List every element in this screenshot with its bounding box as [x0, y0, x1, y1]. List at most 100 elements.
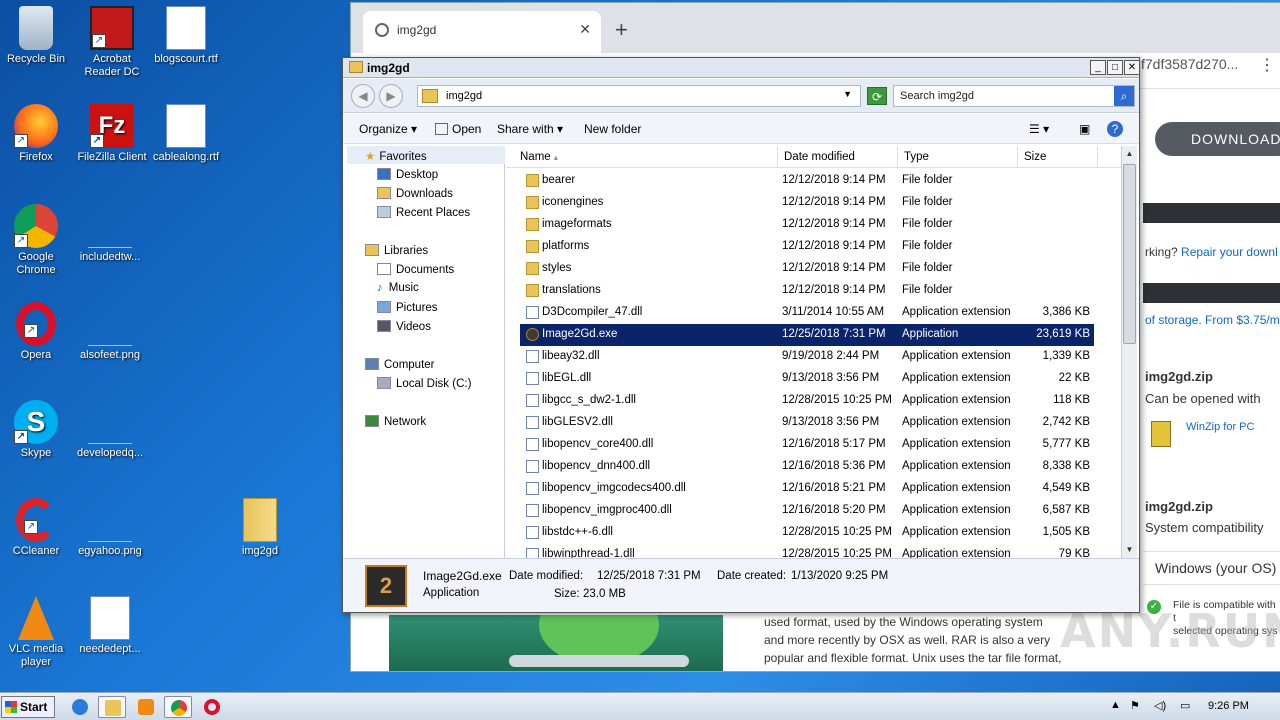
desktop-icon-blogscourt[interactable]: blogscourt.rtf: [148, 6, 224, 66]
file-row[interactable]: libEGL.dll 9/13/2018 3:56 PM Application e…: [520, 368, 1094, 390]
new-folder-button[interactable]: New folder: [584, 122, 641, 136]
show-hidden-icons[interactable]: ▲: [1110, 699, 1121, 711]
file-row[interactable]: D3Dcompiler_47.dll 3/11/2014 10:55 AM Appl…: [520, 302, 1094, 324]
desktop-icon-alsofeet[interactable]: alsofeet.png: [72, 302, 148, 362]
share-with-label: Share with: [497, 122, 554, 136]
search-icon[interactable]: ⌕: [1114, 86, 1134, 106]
address-bar[interactable]: img2gd ▼: [417, 85, 861, 107]
file-row[interactable]: libopencv_core400.dll 12/16/2018 5:17 PM A…: [520, 434, 1094, 456]
desktop-icon-cablealong[interactable]: cablealong.rtf: [148, 104, 224, 164]
chevron-down-icon[interactable]: ▼: [843, 89, 852, 99]
action-center-icon[interactable]: ⚑: [1130, 699, 1140, 712]
file-row[interactable]: libopencv_dnn400.dll 12/16/2018 5:36 PM Ap…: [520, 456, 1094, 478]
views-icon[interactable]: ☰ ▾: [1029, 122, 1049, 136]
file-row[interactable]: iconengines 12/12/2018 9:14 PM File folder: [520, 192, 1094, 214]
desktop-icon-filezilla[interactable]: Fz ↗ FileZilla Client: [74, 104, 150, 164]
desktop-icon-recycle-bin[interactable]: Recycle Bin: [0, 6, 74, 66]
file-row[interactable]: platforms 12/12/2018 9:14 PM File folder: [520, 236, 1094, 258]
nav-documents[interactable]: Documents: [377, 263, 454, 276]
minimize-button[interactable]: _: [1090, 60, 1106, 75]
column-date-modified[interactable]: Date modified: [778, 146, 898, 168]
desktop-icon-chrome[interactable]: ↗ Google Chrome: [0, 204, 74, 277]
desktop-icon-vlc[interactable]: VLC media player: [0, 596, 74, 669]
nav-computer[interactable]: Computer: [365, 358, 435, 371]
nav-pictures[interactable]: Pictures: [377, 301, 438, 314]
scroll-up-icon[interactable]: ▲: [1123, 147, 1136, 161]
organize-button[interactable]: Organize ▾: [359, 122, 417, 136]
preview-pane-icon[interactable]: ▣: [1079, 122, 1090, 136]
nav-favorites[interactable]: ★ Favorites: [365, 149, 427, 163]
scrollbar-thumb[interactable]: [1123, 164, 1136, 344]
start-button[interactable]: Start: [1, 696, 55, 718]
file-row[interactable]: libstdc++-6.dll 12/28/2015 10:25 PM Applic…: [520, 522, 1094, 544]
browser-tabstrip: img2gd ✕ +: [351, 3, 1280, 53]
navigation-bar: ◀ ▶ img2gd ▼ ⟳ Search img2gd ⌕: [343, 79, 1139, 113]
column-size[interactable]: Size: [1018, 146, 1098, 168]
nav-downloads[interactable]: Downloads: [377, 187, 453, 200]
desktop-icon-firefox[interactable]: ↗ Firefox: [0, 104, 74, 164]
download-button[interactable]: DOWNLOAD: [1155, 122, 1280, 156]
file-row[interactable]: styles 12/12/2018 9:14 PM File folder: [520, 258, 1094, 280]
taskbar-opera[interactable]: [198, 696, 226, 718]
browser-tab[interactable]: img2gd ✕: [363, 11, 601, 53]
nav-recent-places[interactable]: Recent Places: [377, 206, 470, 219]
blank-file-icon: [88, 498, 132, 542]
desktop-icon-egyahoo[interactable]: egyahoo.png: [72, 498, 148, 558]
new-tab-button[interactable]: +: [615, 17, 628, 43]
file-row[interactable]: bearer 12/12/2018 9:14 PM File folder: [520, 170, 1094, 192]
nav-desktop[interactable]: Desktop: [377, 168, 438, 181]
network-icon[interactable]: ▭: [1180, 699, 1190, 712]
vertical-scrollbar[interactable]: ▲ ▼: [1121, 146, 1137, 558]
clock[interactable]: 9:26 PM: [1208, 700, 1249, 712]
column-type[interactable]: Type: [898, 146, 1018, 168]
nav-music[interactable]: ♪ Music: [377, 282, 419, 294]
file-row[interactable]: translations 12/12/2018 9:14 PM File folde…: [520, 280, 1094, 302]
nav-network[interactable]: Network: [365, 415, 426, 428]
taskbar-ie[interactable]: [66, 696, 94, 718]
open-button[interactable]: Open: [435, 122, 481, 136]
scroll-down-icon[interactable]: ▼: [1123, 543, 1136, 557]
column-name[interactable]: Name ▴: [514, 146, 778, 168]
file-row[interactable]: imageformats 12/12/2018 9:14 PM File folde…: [520, 214, 1094, 236]
repair-link[interactable]: Repair your downl: [1181, 245, 1278, 259]
file-row[interactable]: libopencv_imgcodecs400.dll 12/16/2018 5:2…: [520, 478, 1094, 500]
file-row[interactable]: libwinpthread-1.dll 12/28/2015 10:25 PM Ap…: [520, 544, 1094, 558]
back-button[interactable]: ◀: [351, 84, 375, 108]
nav-libraries[interactable]: Libraries: [365, 244, 428, 257]
share-with-button[interactable]: Share with ▾: [497, 122, 563, 136]
storage-link[interactable]: of storage. From $3.75/m: [1145, 313, 1280, 327]
taskbar-chrome[interactable]: [164, 696, 192, 718]
help-icon[interactable]: ?: [1107, 121, 1123, 137]
search-input[interactable]: Search img2gd ⌕: [893, 85, 1135, 107]
desktop-icon-neededept[interactable]: neededept...: [72, 596, 148, 656]
filezilla-icon: Fz ↗: [90, 104, 134, 148]
taskbar-media-player[interactable]: [132, 696, 160, 718]
desktop-icon-ccleaner[interactable]: ↗ CCleaner: [0, 498, 74, 558]
winzip-link[interactable]: WinZip for PC: [1186, 421, 1254, 433]
forward-button[interactable]: ▶: [379, 84, 403, 108]
file-row[interactable]: libGLESV2.dll 9/13/2018 3:56 PM Applicatio…: [520, 412, 1094, 434]
file-row[interactable]: libopencv_imgproc400.dll 12/16/2018 5:20 …: [520, 500, 1094, 522]
desktop-icon-developedq[interactable]: developedq...: [72, 400, 148, 460]
file-name: libEGL.dll: [542, 372, 592, 384]
nav-videos[interactable]: Videos: [377, 320, 431, 333]
menu-icon[interactable]: ⋮: [1259, 55, 1275, 75]
close-tab-icon[interactable]: ✕: [579, 21, 591, 38]
file-row[interactable]: libgcc_s_dw2-1.dll 12/28/2015 10:25 PM App…: [520, 390, 1094, 412]
volume-icon[interactable]: ◁): [1154, 699, 1166, 712]
desktop-icon-includedtw[interactable]: includedtw...: [72, 204, 148, 264]
maximize-button[interactable]: □: [1107, 60, 1123, 75]
taskbar-explorer[interactable]: [98, 696, 126, 718]
desktop-icon-acrobat[interactable]: ↗ Acrobat Reader DC: [74, 6, 150, 79]
refresh-icon[interactable]: ⟳: [867, 87, 887, 105]
desktop-icon-img2gd[interactable]: img2gd: [222, 498, 298, 558]
explorer-titlebar[interactable]: img2gd _ □ ✕: [343, 58, 1140, 78]
desktop-icon-opera[interactable]: ↗ Opera: [0, 302, 74, 362]
nav-local-disk[interactable]: Local Disk (C:): [377, 377, 471, 390]
desktop-icon-skype[interactable]: S ↗ Skype: [0, 400, 74, 460]
details-modified: 12/25/2018 7:31 PM: [597, 570, 701, 582]
dll-file-icon: [526, 526, 539, 539]
close-button[interactable]: ✕: [1124, 60, 1140, 75]
file-row[interactable]: Image2Gd.exe 12/25/2018 7:31 PM Applicatio…: [520, 324, 1094, 346]
file-row[interactable]: libeay32.dll 9/19/2018 2:44 PM Application…: [520, 346, 1094, 368]
